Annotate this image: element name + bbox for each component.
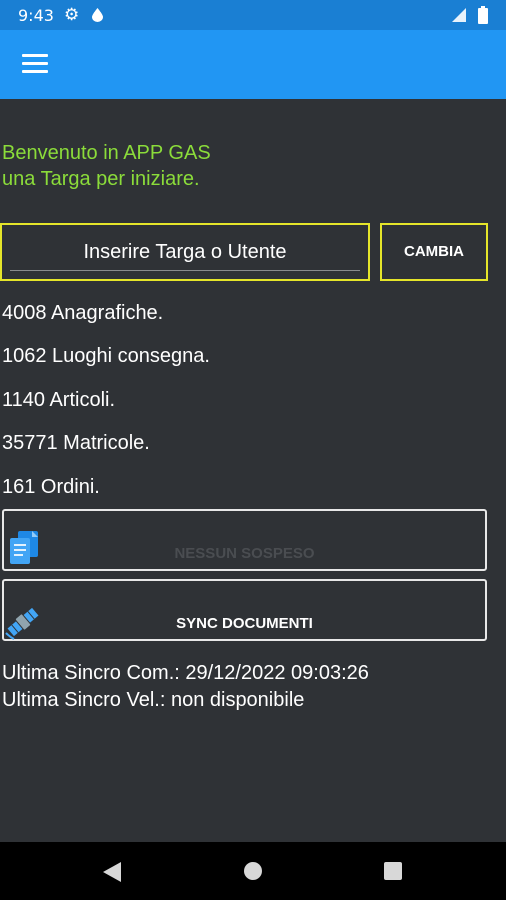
sospeso-button[interactable]: NESSUN SOSPESO: [2, 509, 487, 571]
sync-info: Ultima Sincro Com.: 29/12/2022 09:03:26 …: [2, 660, 369, 714]
drop-icon: [92, 8, 103, 22]
stat-ordini: 161 Ordini.: [2, 476, 100, 498]
sync-documenti-button[interactable]: SYNC DOCUMENTI: [2, 579, 487, 641]
ultima-sincro-com: Ultima Sincro Com.: 29/12/2022 09:03:26: [2, 662, 369, 684]
welcome-line-1: Benvenuto in APP GAS: [2, 142, 211, 164]
navigation-bar: [0, 842, 506, 900]
targa-input-underline: [10, 270, 360, 271]
back-icon[interactable]: [103, 862, 121, 882]
status-time: 9:43: [18, 6, 54, 25]
recent-apps-icon[interactable]: [384, 862, 402, 880]
hamburger-menu-icon[interactable]: [22, 54, 48, 76]
gear-icon: ⚙: [64, 5, 80, 24]
targa-input-placeholder: Inserire Targa o Utente: [83, 241, 287, 263]
sync-documenti-button-label: SYNC DOCUMENTI: [176, 615, 313, 632]
battery-icon: [478, 6, 488, 24]
welcome-line-2: una Targa per iniziare.: [2, 168, 200, 190]
stat-matricole: 35771 Matricole.: [2, 432, 150, 454]
stat-luoghi-consegna: 1062 Luoghi consegna.: [2, 345, 210, 367]
status-bar: 9:43 ⚙: [0, 0, 506, 30]
ultima-sincro-vel: Ultima Sincro Vel.: non disponibile: [2, 689, 305, 711]
targa-input[interactable]: Inserire Targa o Utente: [0, 223, 370, 281]
home-icon[interactable]: [244, 862, 262, 880]
stat-articoli: 1140 Articoli.: [2, 389, 116, 411]
sospeso-button-label: NESSUN SOSPESO: [174, 545, 315, 562]
cambia-button[interactable]: CAMBIA: [380, 223, 488, 281]
signal-icon: [452, 8, 466, 22]
welcome-message: Benvenuto in APP GAS una Targa per inizi…: [2, 140, 211, 192]
stat-anagrafiche: 4008 Anagrafiche.: [2, 302, 164, 324]
app-bar: [0, 30, 506, 99]
